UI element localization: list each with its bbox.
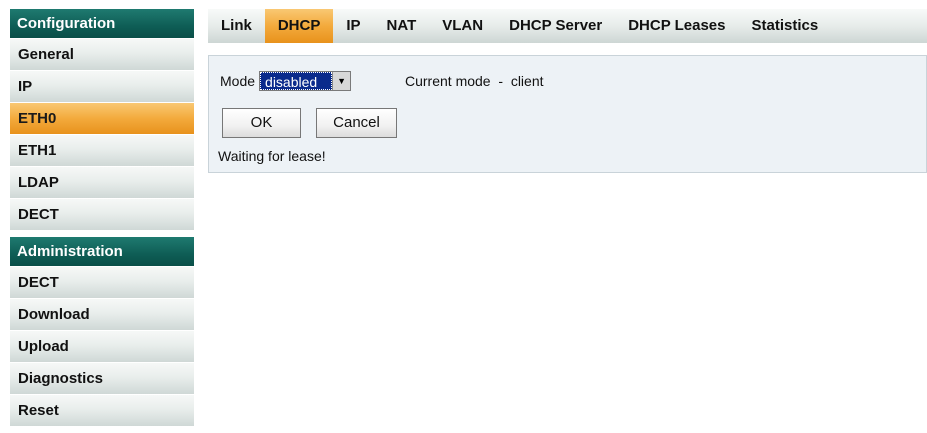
sidebar-item-diagnostics[interactable]: Diagnostics: [10, 363, 194, 395]
tab-link[interactable]: Link: [208, 9, 265, 43]
mode-row: Mode disabled ▼: [220, 71, 352, 91]
tab-vlan[interactable]: VLAN: [429, 9, 496, 43]
current-mode-text: Current mode - client: [405, 73, 544, 89]
configuration-header: Configuration: [10, 9, 194, 39]
sidebar-item-dect[interactable]: DECT: [10, 199, 194, 231]
tab-dhcp-server[interactable]: DHCP Server: [496, 9, 615, 43]
sidebar-item-eth1[interactable]: ETH1: [10, 135, 194, 167]
tab-bar: Link DHCP IP NAT VLAN DHCP Server DHCP L…: [208, 9, 927, 43]
ok-button[interactable]: OK: [222, 108, 301, 138]
sidebar-item-eth0[interactable]: ETH0: [10, 103, 194, 135]
sidebar-item-reset[interactable]: Reset: [10, 395, 194, 427]
tab-statistics[interactable]: Statistics: [739, 9, 832, 43]
sidebar-item-ldap[interactable]: LDAP: [10, 167, 194, 199]
dropdown-arrow-icon[interactable]: ▼: [332, 72, 351, 90]
tab-dhcp[interactable]: DHCP: [264, 9, 334, 43]
mode-select[interactable]: disabled ▼: [259, 71, 352, 91]
configuration-group: Configuration General IP ETH0 ETH1 LDAP …: [10, 9, 194, 231]
cancel-button[interactable]: Cancel: [316, 108, 397, 138]
tab-dhcp-leases[interactable]: DHCP Leases: [615, 9, 738, 43]
sidebar-item-ip[interactable]: IP: [10, 71, 194, 103]
mode-label: Mode: [220, 73, 256, 89]
sidebar-item-download[interactable]: Download: [10, 299, 194, 331]
administration-group: Administration DECT Download Upload Diag…: [10, 237, 194, 427]
tab-ip[interactable]: IP: [333, 9, 373, 43]
sidebar-item-general[interactable]: General: [10, 39, 194, 71]
sidebar-item-upload[interactable]: Upload: [10, 331, 194, 363]
sidebar-item-admin-dect[interactable]: DECT: [10, 267, 194, 299]
dhcp-settings-panel: Mode disabled ▼ Current mode - client OK…: [208, 55, 927, 173]
administration-header: Administration: [10, 237, 194, 267]
status-message: Waiting for lease!: [218, 148, 326, 164]
mode-select-value[interactable]: disabled: [260, 72, 333, 90]
tab-nat[interactable]: NAT: [374, 9, 430, 43]
sidebar: Configuration General IP ETH0 ETH1 LDAP …: [10, 9, 194, 433]
